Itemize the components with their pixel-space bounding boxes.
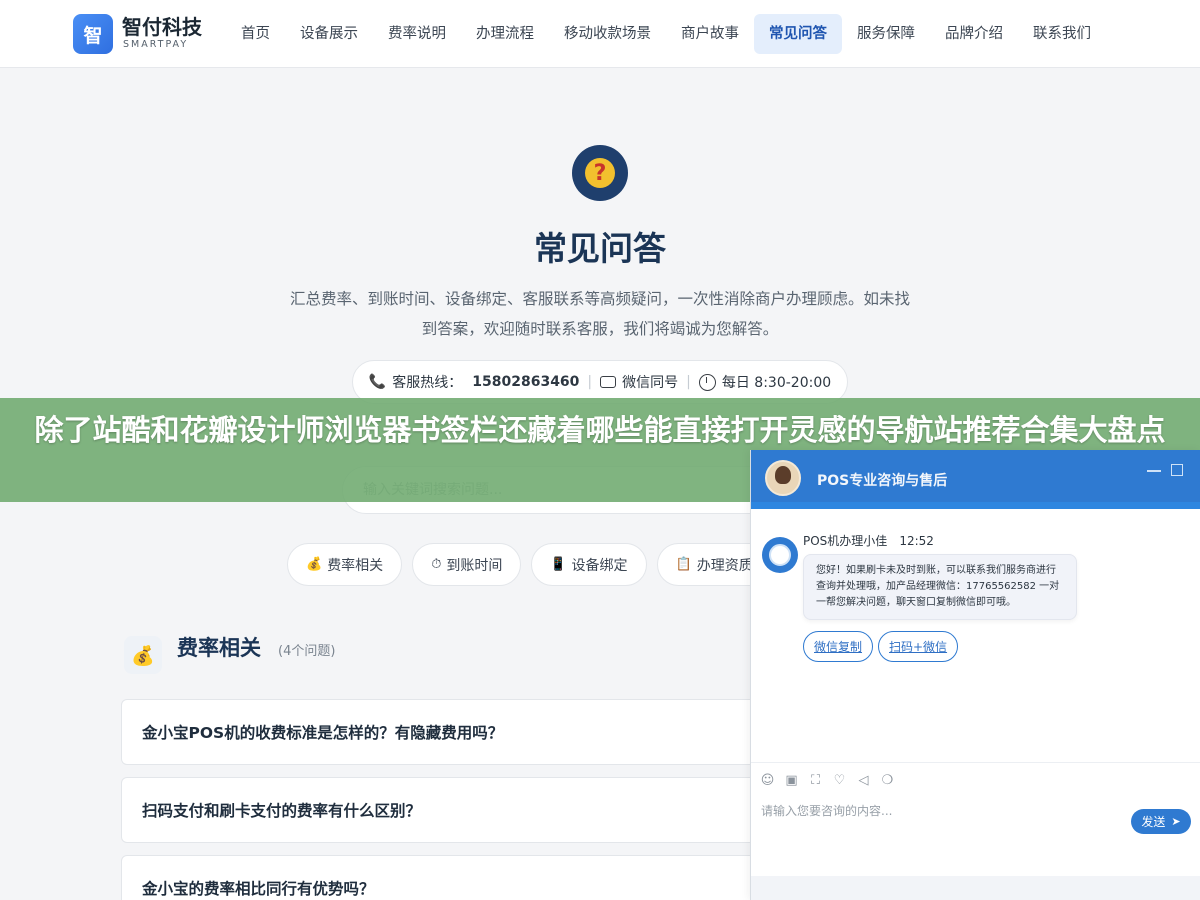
message-meta: POS机办理小佳 12:52 bbox=[803, 532, 934, 549]
nav-item-scenarios[interactable]: 移动收款场景 bbox=[549, 14, 666, 54]
chat-footer bbox=[751, 876, 1200, 900]
section-title: 费率相关 bbox=[177, 636, 261, 660]
chip-label: 费率相关 bbox=[327, 557, 384, 574]
chip-device-binding[interactable]: 📱 设备绑定 bbox=[531, 543, 647, 586]
chat-toolbar: ☺ ▣ ⛶ ♡ ◁ ❍ bbox=[751, 762, 1200, 798]
top-header: 智 智付科技 SMARTPAY 首页 设备展示 费率说明 办理流程 移动收款场景… bbox=[0, 0, 1200, 68]
nav-item-brand[interactable]: 品牌介绍 bbox=[930, 14, 1018, 54]
chat-header-bar bbox=[751, 502, 1200, 509]
brand-subtitle: SMARTPAY bbox=[123, 39, 189, 50]
image-icon[interactable]: ▣ bbox=[784, 773, 799, 788]
chat-message-input[interactable] bbox=[761, 800, 1121, 822]
chip-label: 办理资质 bbox=[696, 557, 753, 574]
nav-item-faq[interactable]: 常见问答 bbox=[754, 14, 842, 54]
chat-widget: POS专业咨询与售后 POS机办理小佳 12:52 您好！如果刷卡未及时到账，可以… bbox=[750, 450, 1200, 900]
nav-item-rates[interactable]: 费率说明 bbox=[373, 14, 461, 54]
phone-device-icon: 📱 bbox=[550, 557, 567, 572]
emoji-icon[interactable]: ☺ bbox=[760, 773, 775, 788]
chat-header[interactable]: POS专业咨询与售后 bbox=[751, 450, 1200, 502]
nav-item-service[interactable]: 服务保障 bbox=[842, 14, 930, 54]
message-bubble: 您好！如果刷卡未及时到账，可以联系我们服务商进行查询并处理哦，加产品经理微信：1… bbox=[803, 554, 1077, 620]
copy-wechat-button[interactable]: 微信复制 bbox=[803, 631, 874, 662]
chip-rates[interactable]: 💰 费率相关 bbox=[287, 543, 403, 586]
screenshot-icon[interactable]: ⛶ bbox=[808, 773, 823, 788]
agent-avatar bbox=[765, 460, 801, 496]
nav-item-devices[interactable]: 设备展示 bbox=[285, 14, 373, 54]
clock-icon bbox=[698, 373, 716, 391]
faq-item[interactable]: 扫码支付和刷卡支付的费率有什么区别？ bbox=[121, 777, 841, 843]
main-nav: 首页 设备展示 费率说明 办理流程 移动收款场景 商户故事 常见问答 服务保障 … bbox=[226, 14, 1106, 54]
send-button[interactable]: 发送 ➤ bbox=[1131, 809, 1191, 834]
hotline-number[interactable]: 15802863460 bbox=[472, 374, 579, 390]
service-hours: 每日 8:30-20:00 bbox=[721, 375, 832, 391]
brand-name[interactable]: 智付科技 bbox=[122, 16, 202, 38]
divider: | bbox=[587, 374, 593, 390]
maximize-icon[interactable] bbox=[1171, 464, 1183, 476]
money-bag-icon: 💰 bbox=[124, 636, 162, 674]
scan-wechat-button[interactable]: 扫码+微信 bbox=[878, 631, 959, 662]
hotline-label: 客服热线： bbox=[392, 375, 463, 391]
question-icon: ? bbox=[572, 145, 628, 201]
money-bag-icon: 💰 bbox=[306, 557, 323, 572]
nav-item-process[interactable]: 办理流程 bbox=[461, 14, 549, 54]
chip-label: 设备绑定 bbox=[571, 557, 628, 574]
agent-name: POS机办理小佳 bbox=[803, 534, 888, 548]
nav-item-contact[interactable]: 联系我们 bbox=[1018, 14, 1106, 54]
nav-item-stories[interactable]: 商户故事 bbox=[666, 14, 754, 54]
banner-text: 除了站酷和花瓣设计师浏览器书签栏还藏着哪些能直接打开灵感的导航站推荐合集大盘点 bbox=[34, 413, 1166, 447]
clipboard-icon: 📋 bbox=[675, 557, 692, 572]
stopwatch-icon: ⏱ bbox=[431, 557, 442, 572]
phone-icon: 📞 bbox=[368, 374, 387, 390]
divider: | bbox=[686, 374, 691, 390]
chat-title: POS专业咨询与售后 bbox=[817, 473, 948, 489]
nav-item-home[interactable]: 首页 bbox=[226, 14, 285, 54]
page-description: 汇总费率、到账时间、设备绑定、客服联系等高频疑问，一次性消除商户办理顾虑。如未找… bbox=[290, 290, 911, 338]
faq-item[interactable]: 金小宝的费率相比同行有优势吗？ bbox=[121, 855, 841, 900]
agent-avatar-icon bbox=[762, 537, 798, 573]
wechat-icon bbox=[600, 376, 617, 388]
category-chips: 💰 费率相关 ⏱ 到账时间 📱 设备绑定 📋 办理资质 bbox=[287, 543, 772, 587]
page-title: 常见问答 bbox=[534, 229, 666, 268]
faq-item[interactable]: 金小宝POS机的收费标准是怎样的？有隐藏费用吗？ bbox=[121, 699, 841, 765]
chip-label: 到账时间 bbox=[446, 557, 503, 574]
minimize-icon[interactable] bbox=[1147, 470, 1161, 472]
message-time: 12:52 bbox=[899, 534, 934, 548]
chip-settlement-time[interactable]: ⏱ 到账时间 bbox=[412, 543, 522, 586]
chat-history-icon[interactable]: ❍ bbox=[880, 773, 895, 788]
sound-icon[interactable]: ◁ bbox=[856, 773, 871, 788]
logo-icon[interactable]: 智 bbox=[73, 14, 113, 54]
wechat-label: 微信同号 bbox=[622, 375, 679, 391]
send-arrow-icon: ➤ bbox=[1171, 815, 1181, 828]
send-label: 发送 bbox=[1141, 815, 1166, 829]
rating-icon[interactable]: ♡ bbox=[832, 773, 847, 788]
section-count: (4个问题) bbox=[278, 644, 336, 659]
